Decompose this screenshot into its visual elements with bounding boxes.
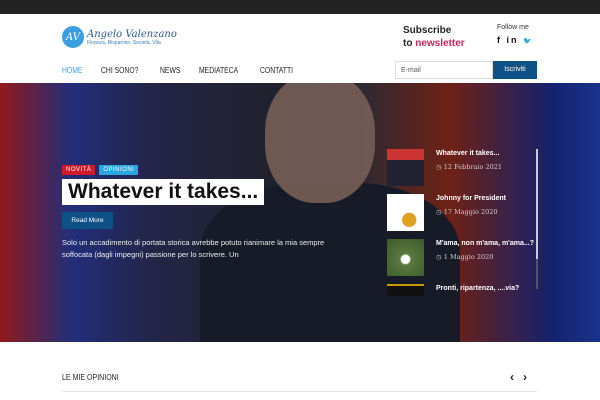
section-divider	[62, 391, 537, 392]
subscribe-heading: Subscribe to newsletter	[403, 24, 465, 50]
linkedin-icon[interactable]: in	[507, 35, 519, 45]
post-item[interactable]: Pronti, ripartenza, ....via?	[387, 284, 537, 296]
section-title: LE MIE OPINIONI	[62, 373, 119, 382]
nav-news[interactable]: NEWS	[160, 66, 180, 75]
follow-label: Follow me	[497, 24, 529, 31]
newsletter-word: newsletter	[415, 38, 465, 49]
nav-contatti[interactable]: CONTATTI	[260, 66, 293, 75]
post-item[interactable]: Whatever it takes... ◷ 12 Febbraio 2021	[387, 149, 537, 186]
hero-excerpt: Solo un accadimento di portata storica a…	[62, 238, 325, 259]
main-nav: HOME CHI SONO? NEWS MEDIATECA CONTATTI	[62, 66, 314, 75]
post-title[interactable]: Pronti, ripartenza, ....via?	[436, 284, 519, 294]
posts-scrollbar[interactable]	[536, 149, 538, 289]
post-thumbnail[interactable]	[387, 149, 424, 186]
post-title[interactable]: Johnny for President	[436, 194, 506, 204]
site-logo[interactable]: AV Angelo Valenzano Finanza, Risparmio, …	[62, 26, 177, 48]
post-thumbnail[interactable]	[387, 194, 424, 231]
post-item[interactable]: Johnny for President ◷ 17 Maggio 2020	[387, 194, 537, 231]
chevron-right-icon[interactable]: ›	[523, 370, 536, 384]
chevron-left-icon[interactable]: ‹	[510, 370, 523, 384]
logo-name: Angelo Valenzano	[87, 28, 177, 40]
subscribe-button[interactable]: Iscriviti	[493, 61, 537, 79]
read-more-button[interactable]: Read More	[62, 212, 113, 229]
clock-icon: ◷	[436, 208, 444, 216]
email-input[interactable]: E-mail	[395, 61, 493, 79]
tag-opinioni[interactable]: OPINIONI	[99, 165, 139, 175]
site-header: AV Angelo Valenzano Finanza, Risparmio, …	[0, 14, 600, 83]
logo-mark: AV	[62, 26, 84, 48]
nav-mediateca[interactable]: MEDIATECA	[199, 66, 238, 75]
tag-novita[interactable]: NOVITÀ	[62, 165, 96, 175]
post-date: 17 Maggio 2020	[443, 208, 498, 216]
hero-title[interactable]: Whatever it takes...	[62, 179, 265, 205]
post-title[interactable]: Whatever it takes...	[436, 149, 502, 159]
subscribe-line: Subscribe	[403, 25, 452, 36]
top-bar	[0, 0, 600, 14]
nav-chi-sono[interactable]: CHI SONO?	[101, 66, 138, 75]
hero-slider: NOVITÀ OPINIONI Whatever it takes... Rea…	[0, 83, 600, 342]
post-date: 12 Febbraio 2021	[443, 163, 502, 171]
post-item[interactable]: M'ama, non m'ama, m'ama...? ◷ 1 Maggio 2…	[387, 239, 537, 276]
post-thumbnail[interactable]	[387, 284, 424, 296]
nav-home[interactable]: HOME	[62, 66, 82, 75]
twitter-icon[interactable]: 🐦	[523, 38, 534, 45]
facebook-icon[interactable]: f	[497, 35, 502, 45]
post-date: 1 Maggio 2020	[443, 253, 494, 261]
post-title[interactable]: M'ama, non m'ama, m'ama...?	[436, 239, 534, 249]
recent-posts: Whatever it takes... ◷ 12 Febbraio 2021 …	[387, 149, 537, 304]
clock-icon: ◷	[436, 163, 444, 171]
clock-icon: ◷	[436, 253, 444, 261]
subscribe-to: to	[403, 38, 416, 49]
logo-tagline: Finanza, Risparmio, Società, Vita	[87, 39, 161, 46]
post-thumbnail[interactable]	[387, 239, 424, 276]
